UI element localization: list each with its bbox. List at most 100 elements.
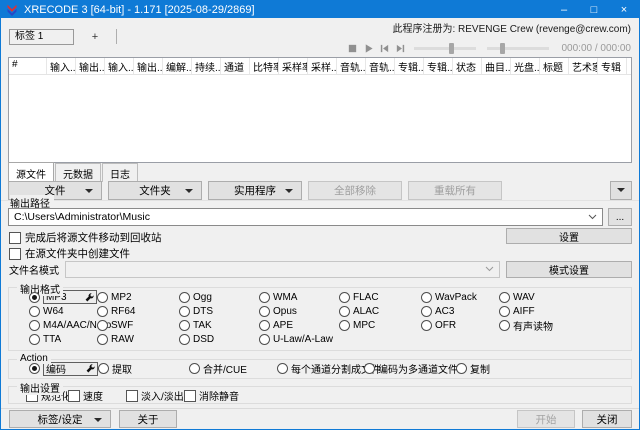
column-header-c3[interactable]: 输入... [105,58,134,74]
column-header-c14[interactable]: 专辑... [424,58,453,74]
tab-source-files[interactable]: 源文件 [8,162,54,182]
column-header-c10[interactable]: 采样... [308,58,337,74]
format-option-dts[interactable]: DTS [179,306,259,317]
column-header-c15[interactable]: 状态 [453,58,482,74]
format-option-opus[interactable]: Opus [259,306,339,317]
add-tab-button[interactable]: + [82,31,108,43]
action-option-opt[interactable]: 提取 [98,361,189,376]
recycle-option[interactable]: 完成后将源文件移动到回收站 [9,230,162,245]
output-settings-row: 规范化速度淡入/淡出消除静音 [26,388,631,403]
format-option-u-law-a-law[interactable]: U-Law/A-Law [259,334,339,345]
wrench-icon [85,293,94,302]
column-header-c6[interactable]: 持续... [192,58,221,74]
maximize-button[interactable]: □ [579,1,609,18]
column-header-c2[interactable]: 输出... [76,58,105,74]
tab-label-1[interactable]: 标签 1 [9,29,74,45]
tags-presets-button[interactable]: 标签/设定 [9,410,111,428]
action-option-opt[interactable]: 编码为多通道文件 [364,361,456,376]
format-grid: MP3MP2OggWMAFLACWavPackWAVW64RF64DTSOpus… [9,290,631,346]
output-settings-button[interactable]: 设置 [506,228,632,244]
format-option-mpc[interactable]: MPC [339,320,421,331]
chevron-down-icon [617,188,625,192]
column-header-c7[interactable]: 通道 [221,58,250,74]
playback-time: 000:00 / 000:00 [561,43,631,54]
radio-icon [259,292,270,303]
output-setting-opt[interactable]: 速度 [68,388,126,403]
checkbox-icon [126,390,138,402]
format-option-label: MPC [353,320,375,331]
format-option-label: DTS [193,306,213,317]
format-option-swf[interactable]: SWF [97,320,179,331]
format-option-rf64[interactable]: RF64 [97,306,179,317]
radio-icon [179,292,190,303]
format-option-ofr[interactable]: OFR [421,320,499,331]
output-path-value: C:\Users\Administrator\Music [14,211,150,223]
format-option-raw[interactable]: RAW [97,334,179,345]
format-option-aiff[interactable]: AIFF [499,306,631,317]
recycle-option-label: 完成后将源文件移动到回收站 [25,230,162,245]
action-option-cue[interactable]: 合并/CUE [189,361,277,376]
pattern-settings-button[interactable]: 模式设置 [506,261,632,278]
utility-menu-button[interactable]: 实用程序 [208,181,302,200]
column-header-c12[interactable]: 音轨... [366,58,395,74]
column-header-c1[interactable]: 输入... [47,58,76,74]
format-option-ape[interactable]: APE [259,320,339,331]
format-option-wav[interactable]: WAV [499,292,631,303]
toolbar-dropdown-button[interactable] [610,181,632,200]
format-option-opt[interactable]: 有声读物 [499,318,631,333]
column-header-c8[interactable]: 比特率 [250,58,279,74]
format-option-m4a-aac-nero[interactable]: M4A/AAC/Nero [29,320,97,331]
column-header-c16[interactable]: 曲目... [482,58,511,74]
about-button[interactable]: 关于 [119,410,177,428]
column-header-c17[interactable]: 光盘... [511,58,540,74]
create-in-source-option[interactable]: 在源文件夹中创建文件 [9,246,130,261]
column-header-c0[interactable]: # [9,58,47,74]
action-option-opt[interactable]: 每个通道分割成文件 [277,361,364,376]
column-header-c4[interactable]: 输出... [134,58,163,74]
output-path-combobox[interactable]: C:\Users\Administrator\Music [8,208,603,226]
format-option-wavpack[interactable]: WavPack [421,292,499,303]
action-option-opt[interactable]: 复制 [456,361,631,376]
browse-button[interactable]: ... [608,208,632,226]
format-option-tta[interactable]: TTA [29,334,97,345]
format-option-wma[interactable]: WMA [259,292,339,303]
filename-pattern-row: 文件名模式 模式设置 [9,260,632,278]
window-title: XRECODE 3 [64-bit] - 1.171 [2025-08-29/2… [24,4,255,16]
wrench-icon [86,364,95,373]
seek-slider-thumb [449,43,454,54]
radio-icon [29,334,40,345]
folder-menu-button[interactable]: 文件夹 [108,181,202,200]
output-format-group: 输出格式 MP3MP2OggWMAFLACWavPackWAVW64RF64DT… [8,287,632,351]
reload-all-button: 重载所有 [408,181,502,200]
format-option-w64[interactable]: W64 [29,306,97,317]
format-option-flac[interactable]: FLAC [339,292,421,303]
column-header-c13[interactable]: 专辑... [395,58,424,74]
close-window-button[interactable]: × [609,1,639,18]
action-options-row: 编码提取合并/CUE每个通道分割成文件编码为多通道文件复制 [29,360,631,377]
tags-presets-label: 标签/设定 [38,412,83,427]
format-option-mp2[interactable]: MP2 [97,292,179,303]
output-setting-opt[interactable]: 消除静音 [184,388,239,403]
format-option-tak[interactable]: TAK [179,320,259,331]
output-path-row: C:\Users\Administrator\Music ... [8,208,632,226]
column-header-c20[interactable]: 专辑 [598,58,627,74]
toolbar: 文件 文件夹 实用程序 全部移除 重载所有 [8,180,632,200]
format-option-dsd[interactable]: DSD [179,334,259,345]
column-header-c19[interactable]: 艺术家 [569,58,598,74]
column-header-c18[interactable]: 标题 [540,58,569,74]
format-option-alac[interactable]: ALAC [339,306,421,317]
close-button[interactable]: 关闭 [582,410,632,428]
column-header-c9[interactable]: 采样率 [279,58,308,74]
column-header-c5[interactable]: 编解... [163,58,192,74]
format-row: W64RF64 DTS OpusALACAC3AIFF [29,304,631,318]
output-setting-opt[interactable]: 淡入/淡出 [126,388,184,403]
minimize-button[interactable]: – [549,1,579,18]
radio-icon [339,306,350,317]
checkbox-icon [9,232,21,244]
file-list: #输入...输出...输入...输出...编解...持续...通道比特率采样率采… [8,57,632,163]
format-option-ogg[interactable]: Ogg [179,292,259,303]
format-option-ac3[interactable]: AC3 [421,306,499,317]
column-header-c11[interactable]: 音轨... [337,58,366,74]
chevron-down-icon [85,189,93,193]
checkbox-icon [184,390,196,402]
